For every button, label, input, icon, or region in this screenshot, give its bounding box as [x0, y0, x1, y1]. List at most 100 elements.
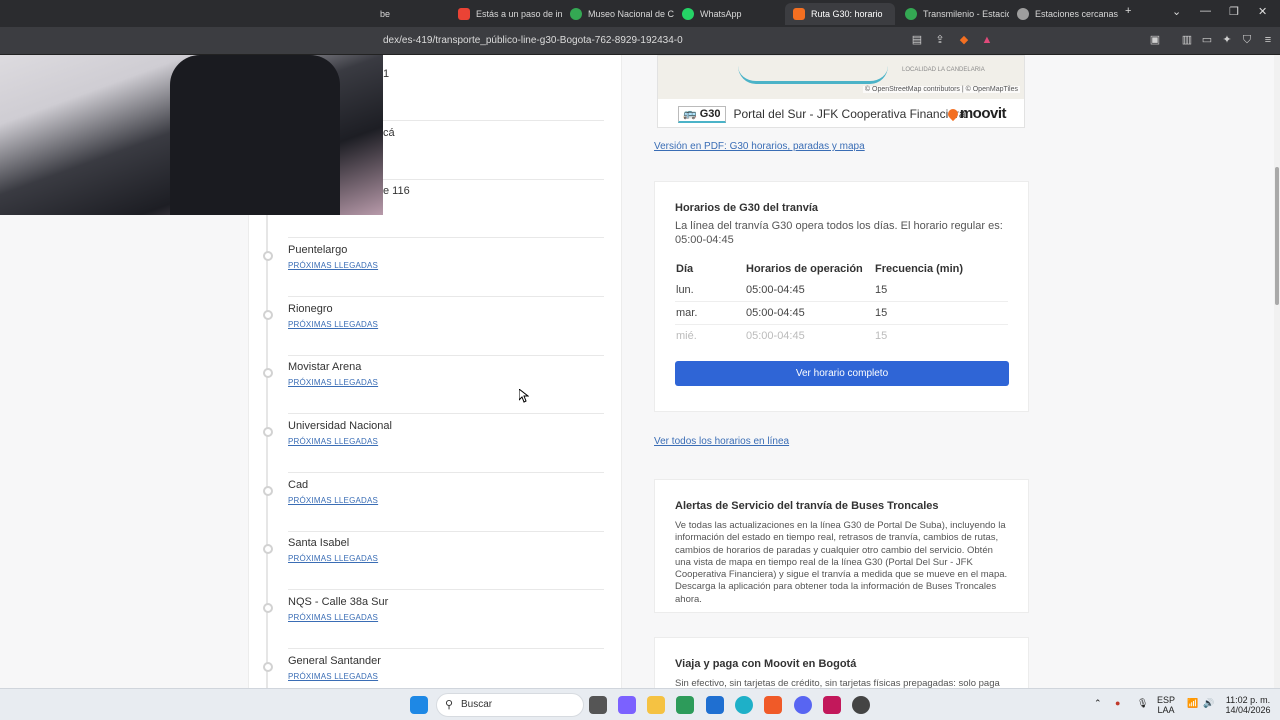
cell-hours: 05:00-04:45 [746, 330, 805, 342]
stop-name: 1 [383, 68, 390, 80]
mail-icon[interactable] [706, 696, 724, 714]
widgets-icon[interactable] [618, 696, 636, 714]
pdf-version-link[interactable]: Versión en PDF: G30 horarios, paradas y … [654, 141, 865, 152]
search-placeholder: Buscar [461, 699, 493, 710]
tab-museo[interactable]: Museo Nacional de C [562, 3, 674, 25]
time-text: 11:02 p. m. [1225, 695, 1271, 705]
divider [288, 237, 604, 238]
url-field[interactable]: dex/es-419/transporte_público-line-g30-B… [383, 35, 683, 46]
next-arrivals-link[interactable]: PRÓXIMAS LLEGADAS [288, 378, 378, 387]
all-schedules-link[interactable]: Ver todos los horarios en línea [654, 436, 789, 447]
moovit-pin-icon [945, 106, 960, 122]
tab-label: be [380, 9, 391, 19]
reader-mode-icon[interactable]: ▤ [910, 33, 924, 47]
header-day: Día [676, 263, 694, 275]
window-close-icon[interactable]: ✕ [1258, 5, 1267, 18]
next-arrivals-link[interactable]: PRÓXIMAS LLEGADAS [288, 613, 378, 622]
schedule-table-header: Día Horarios de operación Frecuencia (mi… [675, 259, 1008, 279]
tab-ruta-g30[interactable]: Ruta G30: horario ✕ [785, 3, 895, 25]
sidebar-icon[interactable]: ▥ [1180, 33, 1194, 47]
windows-start-icon[interactable] [410, 696, 428, 714]
brave-rewards-icon[interactable]: ▲ [980, 33, 994, 47]
language-indicator[interactable]: ESP LAA [1157, 695, 1175, 715]
divider [288, 531, 604, 532]
scrollbar[interactable] [1274, 55, 1280, 688]
stop-name: Puentelargo [288, 244, 348, 256]
microphone-icon[interactable]: 🎙 [1137, 698, 1148, 708]
vpn-shield-icon[interactable]: ⛉ [1240, 33, 1254, 47]
leo-ai-icon[interactable]: ✦ [1220, 33, 1234, 47]
taskbar-search[interactable]: ⚲ Buscar [436, 693, 584, 717]
maps-pin-icon [570, 8, 582, 20]
tab-whatsapp[interactable]: WhatsApp [674, 3, 782, 25]
stop-name: Universidad Nacional [288, 420, 392, 432]
scrollbar-thumb[interactable] [1275, 167, 1279, 305]
next-arrivals-link[interactable]: PRÓXIMAS LLEGADAS [288, 554, 378, 563]
stop-name: Santa Isabel [288, 537, 350, 549]
moovit-favicon-icon [793, 8, 805, 20]
clock[interactable]: 11:02 p. m. 14/04/2026 [1222, 695, 1274, 715]
cell-day: mar. [676, 307, 698, 319]
page-content: 1 cá e 116 Puentelargo PRÓXIMAS LLEGADAS… [0, 55, 1280, 688]
cell-day: mié. [676, 330, 697, 342]
stop-item: Movistar Arena PRÓXIMAS LLEGADAS [263, 361, 604, 419]
next-arrivals-link[interactable]: PRÓXIMAS LLEGADAS [288, 672, 378, 681]
full-schedule-button[interactable]: Ver horario completo [675, 361, 1009, 386]
next-arrivals-link[interactable]: PRÓXIMAS LLEGADAS [288, 320, 378, 329]
tabs-icon[interactable]: ▣ [1148, 33, 1162, 47]
task-view-icon[interactable] [589, 696, 607, 714]
tab-youtube[interactable]: be [372, 3, 450, 25]
tab-list-chevron-icon[interactable]: ⌄ [1172, 5, 1181, 18]
stop-dot [263, 662, 273, 672]
office-chair [170, 55, 340, 215]
stop-name: Cad [288, 479, 309, 491]
route-path [738, 66, 888, 84]
mouse-cursor-icon [519, 389, 529, 403]
wifi-icon[interactable]: 📶 [1187, 698, 1198, 708]
table-row: mar. 05:00-04:45 15 [675, 302, 1008, 325]
app-icon[interactable] [823, 696, 841, 714]
file-explorer-icon[interactable] [647, 696, 665, 714]
volume-icon[interactable]: 🔊 [1203, 698, 1214, 708]
wallet-icon[interactable]: ▭ [1200, 33, 1214, 47]
tray-app-icon[interactable]: ● [1115, 698, 1120, 708]
next-arrivals-link[interactable]: PRÓXIMAS LLEGADAS [288, 261, 378, 270]
line-badge: 🚌 G30 [678, 105, 726, 123]
tab-gmail[interactable]: Estás a un paso de in [450, 3, 562, 25]
store-icon[interactable] [676, 696, 694, 714]
webcam-overlay [0, 55, 383, 215]
restore-icon[interactable]: ❐ [1229, 5, 1239, 18]
stop-name: Movistar Arena [288, 361, 362, 373]
tab-transmilenio[interactable]: Transmilenio - Estació [897, 3, 1009, 25]
pay-body: Sin efectivo, sin tarjetas de crédito, s… [675, 678, 1000, 688]
search-icon: ⚲ [445, 699, 454, 711]
tab-label: Ruta G30: horario [811, 9, 883, 19]
brave-shields-icon[interactable]: ◆ [957, 33, 971, 47]
tab-estaciones[interactable]: Estaciones cercanas B [1009, 3, 1119, 25]
next-arrivals-link[interactable]: PRÓXIMAS LLEGADAS [288, 496, 378, 505]
share-icon[interactable]: ⇪ [933, 33, 947, 47]
brave-browser-icon[interactable] [764, 696, 782, 714]
header-frequency: Frecuencia (min) [875, 263, 964, 275]
edge-icon[interactable] [735, 696, 753, 714]
menu-icon[interactable]: ≡ [1261, 33, 1275, 47]
stop-item: Rionegro PRÓXIMAS LLEGADAS [263, 303, 604, 361]
cell-frequency: 15 [875, 330, 888, 342]
divider [288, 355, 604, 356]
pay-title: Viaja y paga con Moovit en Bogotá [675, 658, 857, 670]
divider [288, 296, 604, 297]
minimize-icon[interactable]: — [1200, 5, 1211, 17]
stop-dot [263, 251, 273, 261]
chatgpt-icon[interactable] [852, 696, 870, 714]
new-tab-button[interactable]: + [1125, 5, 1131, 17]
pay-card: Viaja y paga con Moovit en Bogotá Sin ef… [654, 637, 1029, 688]
header-hours: Horarios de operación [746, 263, 863, 275]
browser-tab-bar: be Estás a un paso de in Museo Nacional … [0, 0, 1280, 27]
keyboard-layout: LAA [1157, 705, 1175, 715]
stop-dot [263, 486, 273, 496]
discord-icon[interactable] [794, 696, 812, 714]
route-map[interactable]: LOCALIDAD LA CANDELARIA © OpenStreetMap … [657, 55, 1025, 128]
address-bar: dex/es-419/transporte_público-line-g30-B… [0, 27, 1280, 55]
next-arrivals-link[interactable]: PRÓXIMAS LLEGADAS [288, 437, 378, 446]
tray-overflow-chevron-icon[interactable]: ⌃ [1094, 698, 1102, 708]
